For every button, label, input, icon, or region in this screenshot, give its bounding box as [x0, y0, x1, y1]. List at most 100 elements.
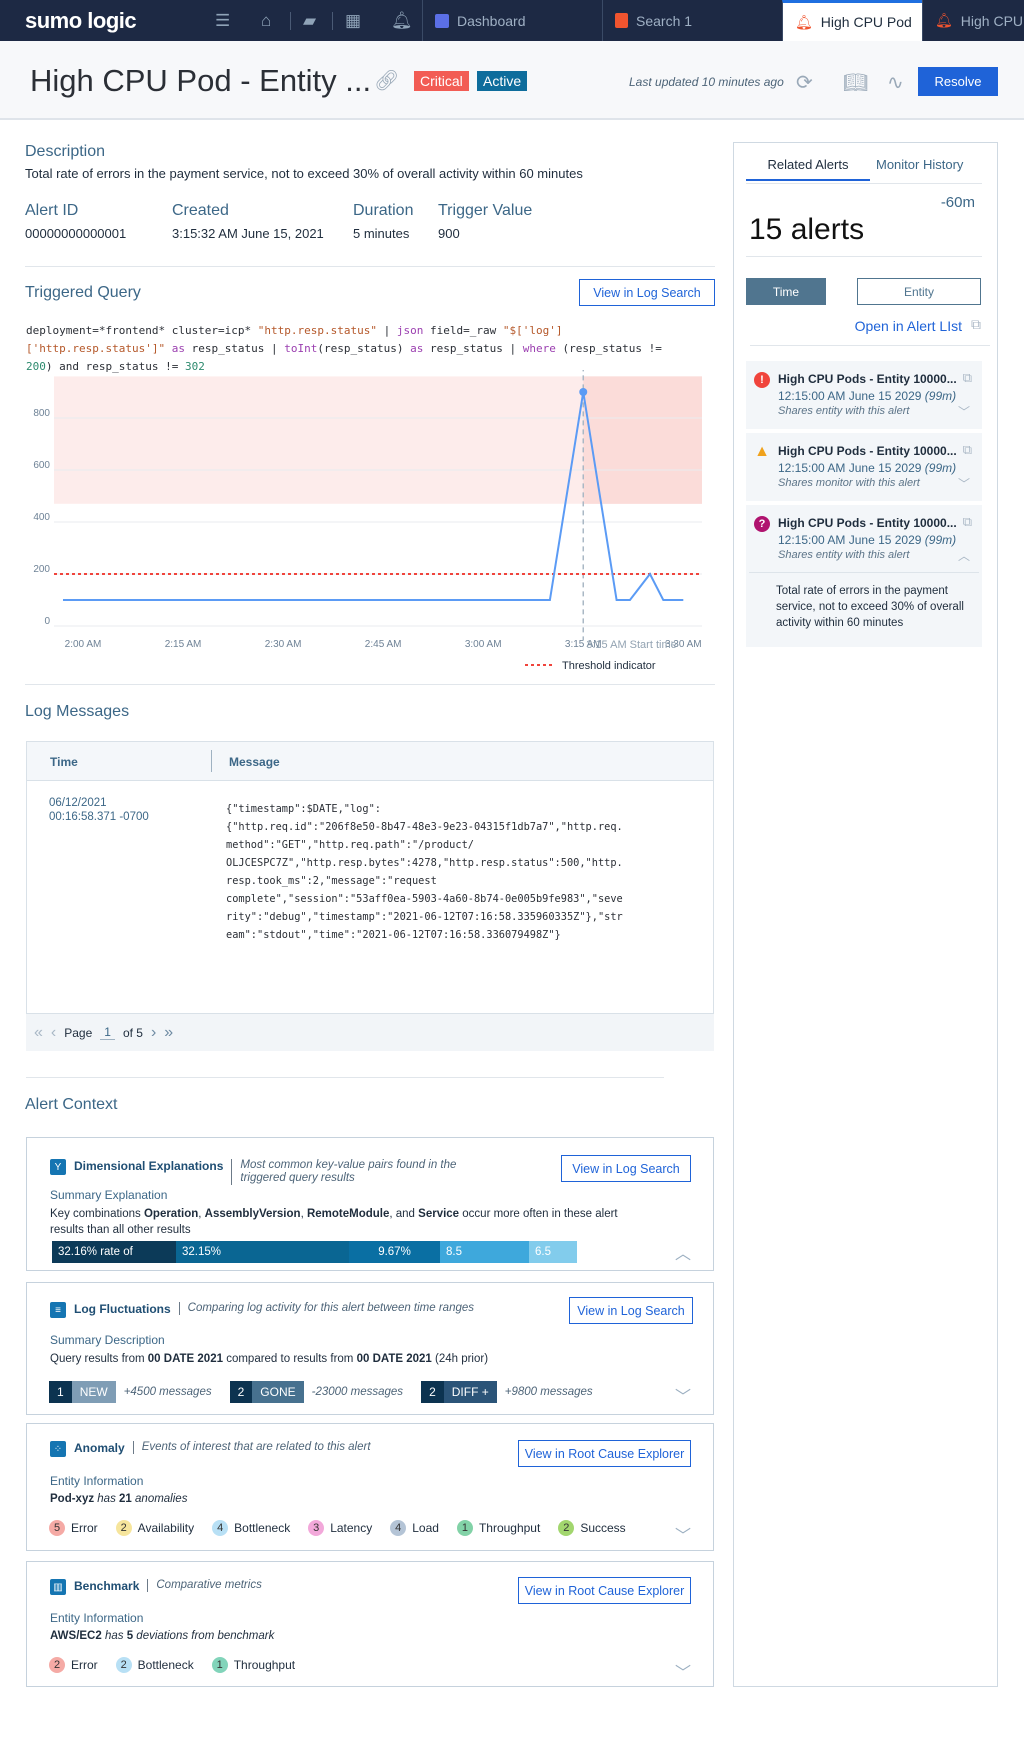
log-message[interactable]: {"timestamp":$DATE,"log": {"http.req.id"… [226, 800, 706, 944]
divider [746, 183, 982, 184]
page-input[interactable]: 1 [100, 1025, 115, 1040]
related-alert-item[interactable]: ! High CPU Pods - Entity 10000... 12:15:… [746, 361, 982, 429]
external-link-icon[interactable]: ⧉ [963, 514, 972, 530]
card-subtitle: Comparative metrics [147, 1579, 262, 1592]
created-value: 3:15:32 AM June 15, 2021 [172, 226, 324, 241]
benchmark-icon: ▥ [50, 1579, 66, 1595]
bell-icon: 🔔︎ [935, 12, 953, 28]
pill-count: 2 [558, 1520, 575, 1536]
prev-page-icon[interactable]: ‹ [51, 1024, 56, 1042]
divider [750, 345, 990, 346]
pill-count: 4 [212, 1520, 229, 1536]
view-in-log-search-button[interactable]: View in Log Search [561, 1155, 691, 1182]
activity-icon[interactable]: ∿ [887, 70, 904, 95]
chevron-up-icon[interactable]: ︿ [958, 547, 970, 564]
pill-count: 1 [456, 1520, 473, 1536]
refresh-icon[interactable]: ⟳ [796, 70, 813, 95]
chevron-down-icon[interactable]: ﹀ [958, 403, 970, 420]
apps-grid-icon[interactable]: ▦ [345, 11, 361, 31]
chevron-up-icon[interactable]: ︿ [675, 1240, 691, 1264]
search-doc-icon [615, 13, 628, 28]
y-tick-label: 800 [33, 408, 50, 419]
metric-pill[interactable]: 1 Throughput [456, 1520, 540, 1536]
first-page-icon[interactable]: « [34, 1024, 43, 1042]
column-time[interactable]: Time [50, 755, 78, 769]
folder-icon[interactable]: ▰ [303, 11, 316, 31]
duration-label: Duration [353, 202, 414, 219]
page-title: High CPU Pod - Entity ... [30, 63, 372, 98]
chevron-down-icon[interactable]: ﹀ [675, 1659, 691, 1683]
last-page-icon[interactable]: » [164, 1024, 173, 1042]
legend-threshold-label: Threshold indicator [562, 660, 656, 672]
dimension-segment[interactable]: 9.67% [349, 1241, 440, 1263]
home-icon[interactable]: ⌂ [261, 11, 271, 31]
log-messages-label: Log Messages [25, 703, 130, 720]
metric-pill[interactable]: 1 Throughput [211, 1657, 295, 1673]
alert-count: 15 alerts [749, 213, 865, 246]
book-icon[interactable]: 📖︎ [843, 70, 868, 95]
chip-gone[interactable]: 2 GONE [229, 1381, 304, 1403]
trigger-value-label: Trigger Value [438, 202, 533, 219]
dimension-segment[interactable]: 8.5 [440, 1241, 529, 1263]
pill-count: 4 [390, 1520, 407, 1536]
link-icon[interactable]: 🔗︎ [374, 68, 399, 93]
resolve-button[interactable]: Resolve [918, 67, 998, 96]
chip-diff[interactable]: 2 DIFF + [421, 1381, 497, 1403]
filter-time-button[interactable]: Time [746, 278, 826, 305]
metric-pill[interactable]: 2 Availability [115, 1520, 194, 1536]
tab-search-1[interactable]: Search 1 [602, 0, 782, 41]
dimension-segment[interactable]: 32.15% [176, 1241, 349, 1263]
metric-pill[interactable]: 4 Bottleneck [212, 1520, 290, 1536]
chevron-down-icon[interactable]: ﹀ [958, 475, 970, 492]
top-nav-bar: sumo logic ☰ ⌂ ▰ ▦ 🔔︎ Dashboard Search 1… [0, 0, 1024, 41]
tab-high-cpu-pod[interactable]: 🔔︎ High CPU Pod [782, 0, 922, 41]
view-in-root-cause-explorer-button[interactable]: View in Root Cause Explorer [518, 1440, 691, 1467]
next-page-icon[interactable]: › [151, 1024, 156, 1042]
card-title: Log Fluctuations [74, 1302, 171, 1316]
external-link-icon[interactable]: ⧉ [963, 442, 972, 458]
triggered-query-label: Triggered Query [25, 284, 141, 301]
tab-dashboard[interactable]: Dashboard [422, 0, 602, 41]
pill-label: Error [71, 1521, 98, 1535]
dashboard-icon [435, 13, 449, 28]
dimension-segment[interactable]: 32.16% rate of [52, 1241, 176, 1263]
column-divider[interactable] [211, 750, 212, 772]
open-in-alert-list-link[interactable]: Open in Alert LIst [855, 318, 962, 334]
metric-pill[interactable]: 2 Success [558, 1520, 626, 1536]
view-in-root-cause-explorer-button[interactable]: View in Root Cause Explorer [518, 1577, 691, 1604]
metric-pill[interactable]: 5 Error [49, 1520, 98, 1536]
entity-summary: Pod-xyz has 21 anomalies [50, 1493, 188, 1505]
menu-icon[interactable]: ☰ [215, 11, 230, 31]
x-tick-label: 2:15 AM [165, 639, 202, 650]
metric-pill[interactable]: 2 Bottleneck [115, 1657, 194, 1673]
column-message[interactable]: Message [229, 755, 280, 769]
severity-badge: Critical [414, 71, 469, 91]
related-alert-item-expanded[interactable]: ? High CPU Pods - Entity 10000... 12:15:… [746, 505, 982, 647]
chip-messages: +4500 messages [123, 1386, 212, 1398]
alert-title: High CPU Pods - Entity 10000... [778, 444, 957, 458]
chevron-down-icon[interactable]: ﹀ [675, 1522, 691, 1546]
external-link-icon[interactable]: ⧉ [971, 316, 981, 333]
metric-pill[interactable]: 2 Error [49, 1657, 98, 1673]
view-in-log-search-button[interactable]: View in Log Search [569, 1297, 693, 1324]
alert-date: 12:15:00 AM June 15 2029 (99m) [778, 461, 957, 475]
filter-entity-button[interactable]: Entity [857, 278, 981, 305]
log-time: 06/12/2021 00:16:58.371 -0700 [49, 796, 149, 824]
dimension-segment[interactable]: 6.5 [529, 1241, 577, 1263]
pill-count: 2 [115, 1520, 132, 1536]
related-alert-item[interactable]: ▲ High CPU Pods - Entity 10000... 12:15:… [746, 433, 982, 501]
x-tick-label: 3:00 AM [465, 639, 502, 650]
notifications-bell-icon[interactable]: 🔔︎ [391, 11, 413, 31]
benchmark-pills: 2 Error 2 Bottleneck 1 Throughput [49, 1657, 313, 1673]
tab-high-cpu[interactable]: 🔔︎ High CPU [922, 0, 1024, 41]
summary-text: Query results from 00 DATE 2021 compared… [50, 1353, 489, 1365]
chip-new[interactable]: 1 NEW [49, 1381, 116, 1403]
entity-info-label: Entity Information [50, 1611, 144, 1625]
tab-monitor-history[interactable]: Monitor History [876, 157, 963, 172]
chevron-down-icon[interactable]: ﹀ [675, 1383, 691, 1407]
view-in-log-search-button[interactable]: View in Log Search [579, 279, 715, 306]
tab-related-alerts[interactable]: Related Alerts [746, 157, 870, 181]
metric-pill[interactable]: 4 Load [390, 1520, 439, 1536]
external-link-icon[interactable]: ⧉ [963, 370, 972, 386]
metric-pill[interactable]: 3 Latency [308, 1520, 372, 1536]
